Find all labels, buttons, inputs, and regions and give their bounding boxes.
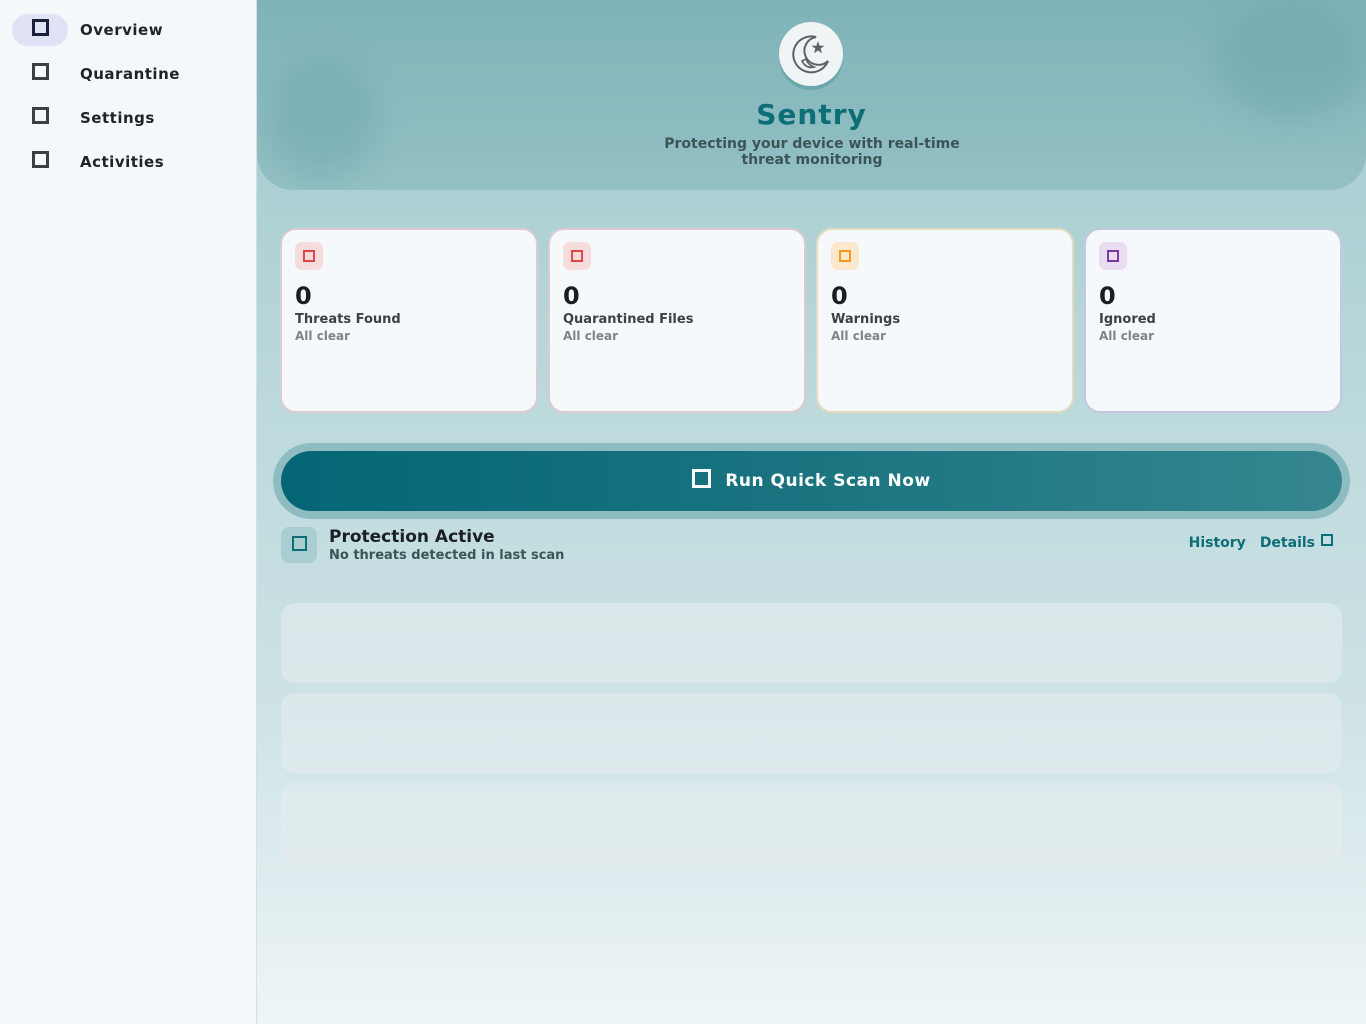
warning-badge — [831, 242, 859, 270]
crescent-star-icon — [792, 35, 829, 74]
placeholder-row — [281, 603, 1342, 683]
stat-title: Ignored — [1099, 312, 1156, 327]
app-subtitle: Protecting your device with real-time th… — [587, 136, 1037, 168]
stat-subtitle: All clear — [563, 329, 619, 343]
sidebar-active-indicator — [12, 14, 68, 46]
alert-icon — [303, 250, 315, 262]
crescent-star-logo — [779, 22, 843, 86]
sidebar-item-settings[interactable]: Settings — [12, 102, 242, 134]
quarantine-badge — [563, 242, 591, 270]
scan-icon — [692, 468, 712, 488]
sidebar-item-label: Activities — [80, 153, 165, 171]
status-title: Protection Active — [329, 527, 495, 547]
home-icon — [31, 18, 49, 36]
stat-value: 0 — [563, 282, 580, 310]
sidebar-item-activities[interactable]: Activities — [12, 146, 242, 178]
gear-icon — [31, 106, 49, 124]
stat-card-quarantined[interactable]: 0 Quarantined Files All clear — [548, 228, 806, 413]
stat-subtitle: All clear — [295, 329, 351, 343]
check-shield-icon — [291, 535, 307, 551]
history-icon — [31, 150, 49, 168]
ignored-badge — [1099, 242, 1127, 270]
scan-button-container: Run Quick Scan Now — [273, 443, 1350, 519]
protection-status: Protection Active No threats detected in… — [281, 527, 1341, 567]
stat-value: 0 — [295, 282, 312, 310]
stat-value: 0 — [1099, 282, 1116, 310]
hero-banner: Sentry Protecting your device with real-… — [257, 0, 1366, 190]
stat-subtitle: All clear — [831, 329, 887, 343]
stat-title: Threats Found — [295, 312, 401, 327]
sidebar-item-label: Quarantine — [80, 65, 180, 83]
stat-card-warnings[interactable]: 0 Warnings All clear — [816, 228, 1074, 413]
sidebar-item-label: Overview — [80, 21, 164, 39]
sidebar-item-quarantine[interactable]: Quarantine — [12, 58, 242, 90]
quick-scan-label: Run Quick Scan Now — [725, 471, 931, 491]
placeholder-row — [281, 693, 1342, 773]
stat-value: 0 — [831, 282, 848, 310]
eye-off-icon — [1107, 250, 1119, 262]
status-icon-badge — [281, 527, 317, 563]
stat-title: Quarantined Files — [563, 312, 694, 327]
details-link[interactable]: Details — [1260, 535, 1315, 551]
shield-icon — [31, 62, 49, 80]
sidebar: Overview Quarantine Settings Activities — [0, 0, 257, 1024]
placeholder-row — [281, 783, 1342, 863]
threat-badge — [295, 242, 323, 270]
stat-subtitle: All clear — [1099, 329, 1155, 343]
subtitle-line: Protecting your device with real-time — [664, 136, 960, 152]
stat-title: Warnings — [831, 312, 901, 327]
stat-card-threats[interactable]: 0 Threats Found All clear — [280, 228, 538, 413]
app-title: Sentry — [756, 98, 867, 131]
warning-icon — [839, 250, 851, 262]
subtitle-line: threat monitoring — [741, 152, 883, 168]
history-link[interactable]: History — [1189, 535, 1246, 551]
stat-card-ignored[interactable]: 0 Ignored All clear — [1084, 228, 1342, 413]
quick-scan-button[interactable]: Run Quick Scan Now — [281, 451, 1342, 511]
external-link-icon[interactable] — [1321, 534, 1333, 546]
main-content: Sentry Protecting your device with real-… — [257, 0, 1366, 1024]
lock-icon — [571, 250, 583, 262]
sidebar-item-overview[interactable]: Overview — [12, 14, 242, 46]
status-links: History Details — [1175, 534, 1333, 551]
sidebar-item-label: Settings — [80, 109, 155, 127]
status-subtitle: No threats detected in last scan — [329, 548, 565, 563]
